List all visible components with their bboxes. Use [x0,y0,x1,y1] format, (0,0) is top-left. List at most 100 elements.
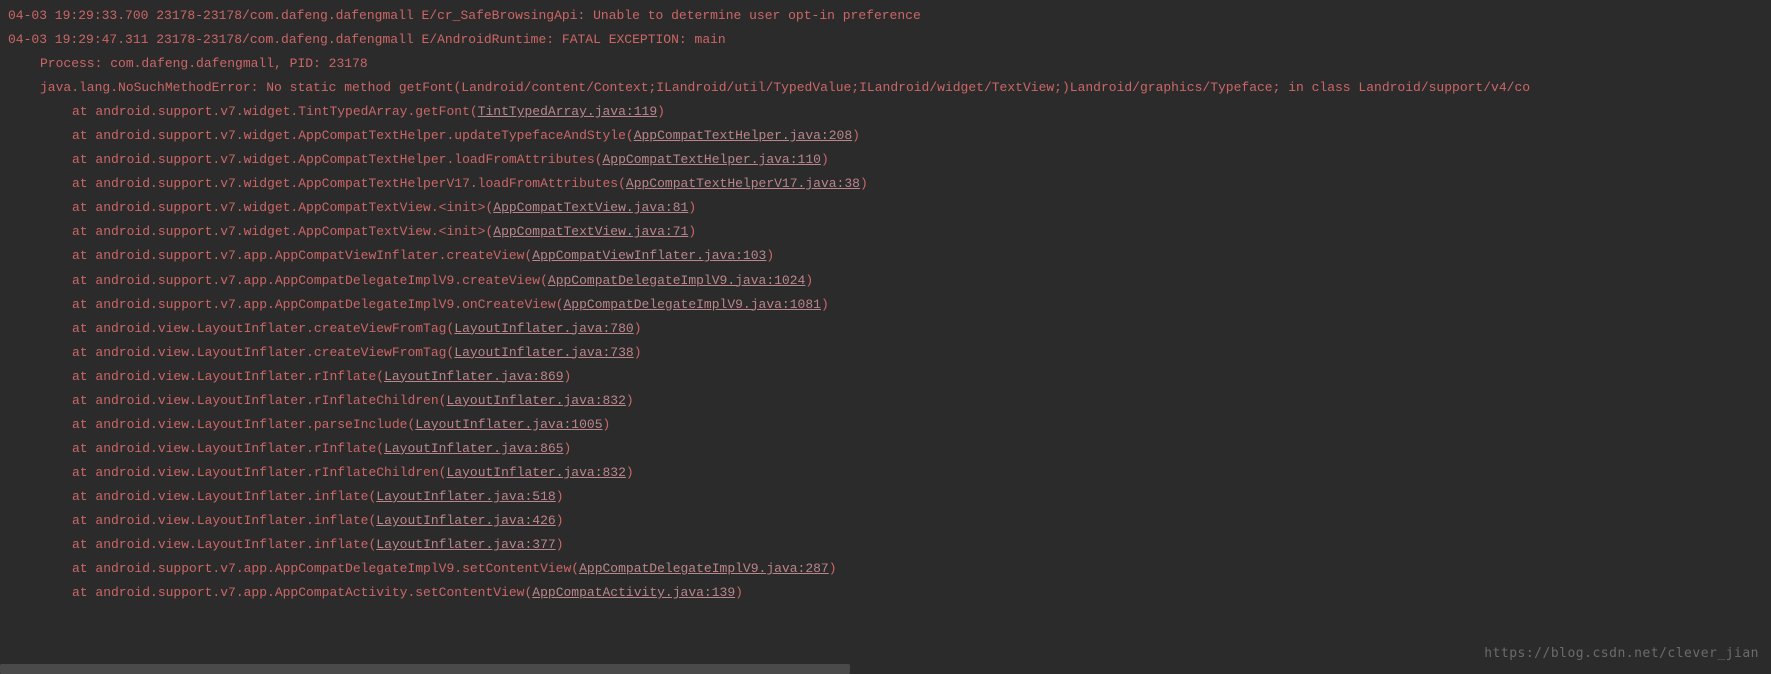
source-link[interactable]: AppCompatDelegateImplV9.java:1081 [564,297,821,312]
close-paren: ) [735,585,743,600]
stacktrace-method: at android.support.v7.app.AppCompatActiv… [72,585,524,600]
log-line: at android.view.LayoutInflater.parseIncl… [8,413,1763,437]
close-paren: ) [657,104,665,119]
log-line: at android.view.LayoutInflater.inflate(L… [8,485,1763,509]
log-line: at android.support.v7.app.AppCompatViewI… [8,244,1763,268]
close-paren: ) [766,248,774,263]
log-line: at android.support.v7.app.AppCompatDeleg… [8,557,1763,581]
close-paren: ) [821,297,829,312]
stacktrace-method: at android.support.v7.widget.AppCompatTe… [72,200,485,215]
close-paren: ) [626,393,634,408]
log-line: at android.support.v7.widget.AppCompatTe… [8,124,1763,148]
source-link[interactable]: LayoutInflater.java:832 [446,393,625,408]
open-paren: ( [626,128,634,143]
log-line: at android.support.v7.widget.AppCompatTe… [8,148,1763,172]
close-paren: ) [556,489,564,504]
source-link[interactable]: LayoutInflater.java:1005 [415,417,602,432]
open-paren: ( [571,561,579,576]
close-paren: ) [821,152,829,167]
source-link[interactable]: AppCompatTextHelperV17.java:38 [626,176,860,191]
stacktrace-method: at android.view.LayoutInflater.rInflateC… [72,465,439,480]
log-line: at android.view.LayoutInflater.rInflateC… [8,461,1763,485]
close-paren: ) [852,128,860,143]
close-paren: ) [829,561,837,576]
source-link[interactable]: AppCompatTextView.java:71 [493,224,688,239]
source-link[interactable]: LayoutInflater.java:832 [446,465,625,480]
stacktrace-method: at android.view.LayoutInflater.inflate [72,513,368,528]
log-line: java.lang.NoSuchMethodError: No static m… [8,76,1763,100]
source-link[interactable]: LayoutInflater.java:865 [384,441,563,456]
source-link[interactable]: LayoutInflater.java:426 [376,513,555,528]
stacktrace-method: at android.support.v7.widget.AppCompatTe… [72,176,618,191]
source-link[interactable]: AppCompatTextView.java:81 [493,200,688,215]
close-paren: ) [564,441,572,456]
log-line: Process: com.dafeng.dafengmall, PID: 231… [8,52,1763,76]
log-line: at android.view.LayoutInflater.createVie… [8,341,1763,365]
source-link[interactable]: TintTypedArray.java:119 [478,104,657,119]
source-link[interactable]: AppCompatTextHelper.java:110 [603,152,821,167]
stacktrace-method: at android.view.LayoutInflater.rInflate [72,441,376,456]
open-paren: ( [618,176,626,191]
log-line: 04-03 19:29:33.700 23178-23178/com.dafen… [8,4,1763,28]
watermark-text: https://blog.csdn.net/clever_jian [1484,642,1759,666]
close-paren: ) [626,465,634,480]
log-line: 04-03 19:29:47.311 23178-23178/com.dafen… [8,28,1763,52]
source-link[interactable]: AppCompatDelegateImplV9.java:287 [579,561,829,576]
source-link[interactable]: LayoutInflater.java:518 [376,489,555,504]
close-paren: ) [556,513,564,528]
log-line: at android.view.LayoutInflater.createVie… [8,317,1763,341]
stacktrace-method: at android.support.v7.app.AppCompatDeleg… [72,561,571,576]
log-line: at android.view.LayoutInflater.rInflateC… [8,389,1763,413]
stacktrace-method: at android.support.v7.widget.AppCompatTe… [72,224,485,239]
log-line: at android.view.LayoutInflater.inflate(L… [8,533,1763,557]
source-link[interactable]: LayoutInflater.java:377 [376,537,555,552]
stacktrace-method: at android.view.LayoutInflater.createVie… [72,345,446,360]
log-line: at android.support.v7.app.AppCompatActiv… [8,581,1763,605]
source-link[interactable]: LayoutInflater.java:780 [454,321,633,336]
stacktrace-method: at android.support.v7.widget.TintTypedAr… [72,104,470,119]
close-paren: ) [564,369,572,384]
stacktrace-method: at android.view.LayoutInflater.inflate [72,489,368,504]
open-paren: ( [376,441,384,456]
open-paren: ( [595,152,603,167]
close-paren: ) [634,321,642,336]
close-paren: ) [634,345,642,360]
stacktrace-method: at android.support.v7.app.AppCompatDeleg… [72,273,540,288]
source-link[interactable]: LayoutInflater.java:738 [454,345,633,360]
stacktrace-method: at android.view.LayoutInflater.rInflate [72,369,376,384]
stacktrace-method: at android.support.v7.widget.AppCompatTe… [72,152,595,167]
log-line: at android.view.LayoutInflater.rInflate(… [8,437,1763,461]
log-line: at android.view.LayoutInflater.rInflate(… [8,365,1763,389]
close-paren: ) [688,200,696,215]
log-text: 04-03 19:29:47.311 23178-23178/com.dafen… [8,32,726,47]
log-line: at android.support.v7.widget.AppCompatTe… [8,220,1763,244]
log-text: Process: com.dafeng.dafengmall, PID: 231… [40,56,368,71]
log-line: at android.support.v7.widget.AppCompatTe… [8,196,1763,220]
source-link[interactable]: AppCompatDelegateImplV9.java:1024 [548,273,805,288]
log-text: java.lang.NoSuchMethodError: No static m… [40,80,1530,95]
horizontal-scrollbar-thumb[interactable] [0,664,850,674]
open-paren: ( [470,104,478,119]
log-text: 04-03 19:29:33.700 23178-23178/com.dafen… [8,8,921,23]
stacktrace-method: at android.view.LayoutInflater.createVie… [72,321,446,336]
logcat-output: 04-03 19:29:33.700 23178-23178/com.dafen… [8,4,1763,605]
source-link[interactable]: AppCompatViewInflater.java:103 [532,248,766,263]
log-line: at android.support.v7.app.AppCompatDeleg… [8,293,1763,317]
open-paren: ( [376,369,384,384]
close-paren: ) [603,417,611,432]
close-paren: ) [805,273,813,288]
source-link[interactable]: AppCompatTextHelper.java:208 [634,128,852,143]
stacktrace-method: at android.view.LayoutInflater.parseIncl… [72,417,407,432]
source-link[interactable]: AppCompatActivity.java:139 [532,585,735,600]
close-paren: ) [556,537,564,552]
open-paren: ( [540,273,548,288]
log-line: at android.support.v7.app.AppCompatDeleg… [8,269,1763,293]
log-line: at android.support.v7.widget.TintTypedAr… [8,100,1763,124]
source-link[interactable]: LayoutInflater.java:869 [384,369,563,384]
log-line: at android.view.LayoutInflater.inflate(L… [8,509,1763,533]
stacktrace-method: at android.support.v7.widget.AppCompatTe… [72,128,626,143]
stacktrace-method: at android.support.v7.app.AppCompatDeleg… [72,297,556,312]
log-line: at android.support.v7.widget.AppCompatTe… [8,172,1763,196]
stacktrace-method: at android.view.LayoutInflater.rInflateC… [72,393,439,408]
horizontal-scrollbar[interactable] [0,664,1771,674]
